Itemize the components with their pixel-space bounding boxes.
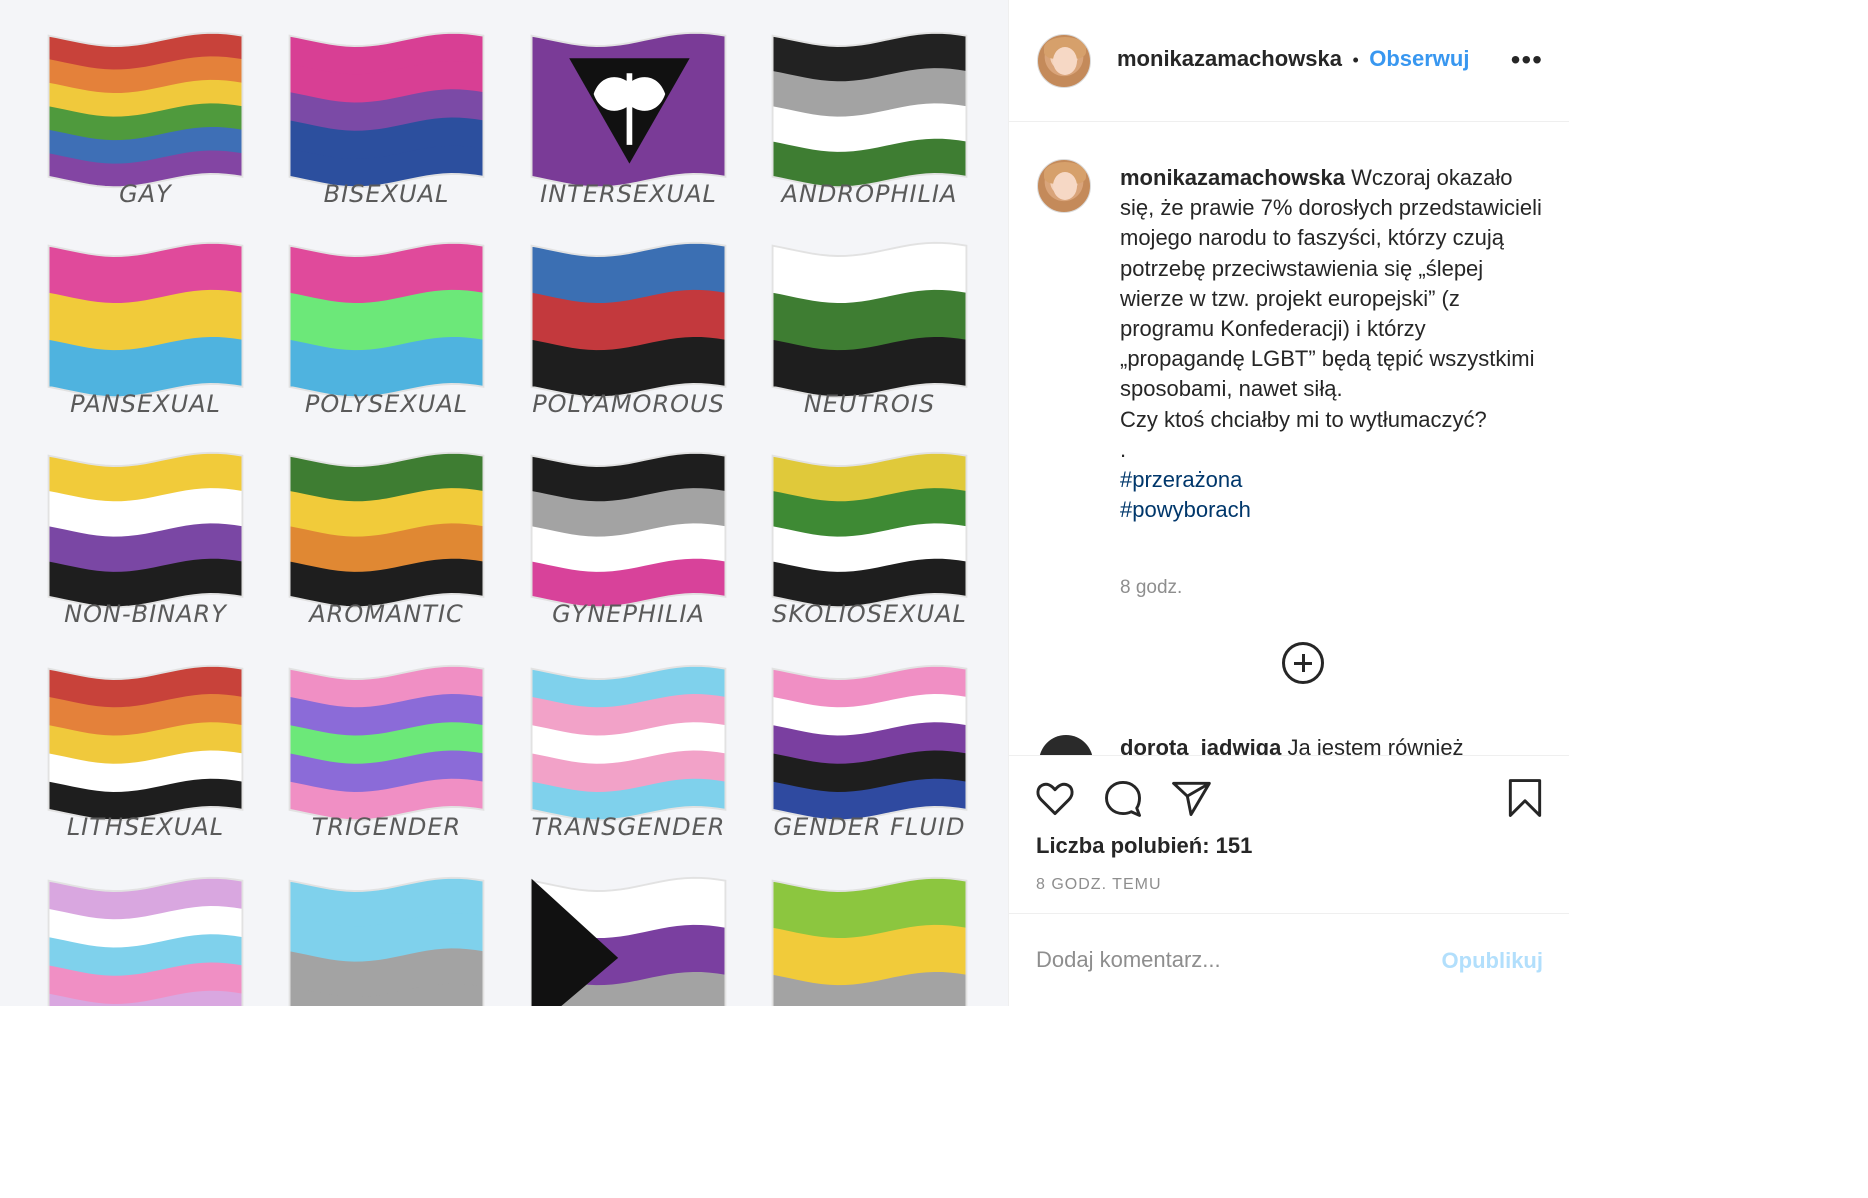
flag-graphic <box>288 664 485 822</box>
caption-time: 8 godz. <box>1120 577 1183 598</box>
flag-graphic <box>288 31 485 189</box>
flag-label: GAY <box>119 180 172 208</box>
post-timestamp: 8 GODZ. TEMU <box>1036 876 1162 893</box>
flag-label: SKOLIOSEXUAL <box>772 600 967 628</box>
flag-graphic <box>771 451 968 609</box>
flag-item: POLYSEXUAL <box>281 240 522 450</box>
hashtag-link[interactable]: #powyborach <box>1120 495 1550 525</box>
flag-label: GENDER FLUID <box>773 813 966 841</box>
flag-label: NEUTROIS <box>803 390 936 418</box>
flag-graphic <box>771 876 968 1006</box>
flag-item: GENDER FLUID <box>764 663 1005 873</box>
caption-text: monikazamachowska Wczoraj okazało się, ż… <box>1120 163 1550 525</box>
flag-label: AROMANTIC <box>309 600 464 628</box>
flag-graphic <box>530 451 727 609</box>
flag-label: BISEXUAL <box>323 180 450 208</box>
comment-input[interactable] <box>1036 938 1426 982</box>
flag-item <box>764 875 1005 1006</box>
flag-label: GYNEPHILIA <box>552 600 705 628</box>
comment-item: dorota_jadwiga Ja jestem również <box>1120 735 1464 755</box>
flag-graphic <box>288 451 485 609</box>
flag-graphic <box>47 664 244 822</box>
flag-graphic <box>47 451 244 609</box>
caption-body: Wczoraj okazało się, że prawie 7% dorosł… <box>1120 165 1542 462</box>
publish-button[interactable]: Opublikuj <box>1442 948 1543 974</box>
flag-label: ANDROPHILIA <box>781 180 958 208</box>
flag-graphic <box>47 241 244 399</box>
flag-item <box>40 875 281 1006</box>
commenter-avatar[interactable] <box>1039 735 1093 755</box>
flag-item: POLYAMOROUS <box>523 240 764 450</box>
plus-circle-icon[interactable] <box>1282 642 1324 684</box>
flag-graphic <box>530 876 727 1006</box>
bookmark-icon[interactable] <box>1503 776 1547 820</box>
flag-graphic <box>771 241 968 399</box>
flag-item: BISEXUAL <box>281 30 522 240</box>
share-icon[interactable] <box>1169 776 1213 820</box>
flag-item: SKOLIOSEXUAL <box>764 450 1005 660</box>
flag-item: GAY <box>40 30 281 240</box>
header-title-row: monikazamachowska • Obserwuj <box>1117 46 1469 72</box>
flag-graphic <box>530 241 727 399</box>
flag-graphic <box>771 31 968 189</box>
author-username[interactable]: monikazamachowska <box>1117 46 1342 71</box>
action-bar: Liczba polubień: 151 8 GODZ. TEMU <box>1009 755 1569 913</box>
caption-username[interactable]: monikazamachowska <box>1120 165 1345 190</box>
flag-label: NON-BINARY <box>64 600 227 628</box>
caption-avatar[interactable] <box>1037 159 1091 213</box>
commenter-username[interactable]: dorota_jadwiga <box>1120 735 1281 755</box>
flag-graphic <box>530 31 727 189</box>
likes-count[interactable]: Liczba polubień: 151 <box>1036 833 1252 859</box>
post-side-panel: monikazamachowska • Obserwuj ••• monikaz… <box>1008 0 1569 1006</box>
flag-label: POLYSEXUAL <box>304 390 469 418</box>
flag-item: TRIGENDER <box>281 663 522 873</box>
flag-item: INTERSEXUAL <box>523 30 764 240</box>
flag-label: INTERSEXUAL <box>540 180 717 208</box>
flag-item <box>281 875 522 1006</box>
flag-graphic <box>47 876 244 1006</box>
caption-area: monikazamachowska Wczoraj okazało się, ż… <box>1009 123 1569 755</box>
flag-graphic <box>771 664 968 822</box>
comment-icon[interactable] <box>1101 776 1145 820</box>
heart-icon[interactable] <box>1033 776 1077 820</box>
flag-label: TRANSGENDER <box>531 813 726 841</box>
post-image[interactable]: GAY BISEXUAL INTERSEXUAL ANDROPHILIA PANSEXU… <box>0 0 1008 1006</box>
hashtag-link[interactable]: #przerażona <box>1120 465 1550 495</box>
flag-item <box>523 875 764 1006</box>
post-header: monikazamachowska • Obserwuj ••• <box>1009 0 1569 122</box>
flag-label: PANSEXUAL <box>70 390 221 418</box>
more-icon[interactable]: ••• <box>1511 46 1543 74</box>
flag-graphic <box>530 664 727 822</box>
flag-item: NON-BINARY <box>40 450 281 660</box>
flag-item: PANSEXUAL <box>40 240 281 450</box>
author-avatar[interactable] <box>1037 34 1091 88</box>
follow-button[interactable]: Obserwuj <box>1369 46 1469 71</box>
flag-graphic <box>288 876 485 1006</box>
comment-form: Opublikuj <box>1009 913 1569 1006</box>
flag-label: LITHSEXUAL <box>66 813 225 841</box>
separator-dot: • <box>1352 50 1359 70</box>
flag-graphic <box>288 241 485 399</box>
flag-item: TRANSGENDER <box>523 663 764 873</box>
flag-item: AROMANTIC <box>281 450 522 660</box>
flag-item: NEUTROIS <box>764 240 1005 450</box>
flag-label: POLYAMOROUS <box>532 390 725 418</box>
flag-label: TRIGENDER <box>311 813 462 841</box>
flag-item: ANDROPHILIA <box>764 30 1005 240</box>
flag-item: LITHSEXUAL <box>40 663 281 873</box>
flag-graphic <box>47 31 244 189</box>
comment-text: Ja jestem również <box>1287 735 1464 755</box>
flag-item: GYNEPHILIA <box>523 450 764 660</box>
